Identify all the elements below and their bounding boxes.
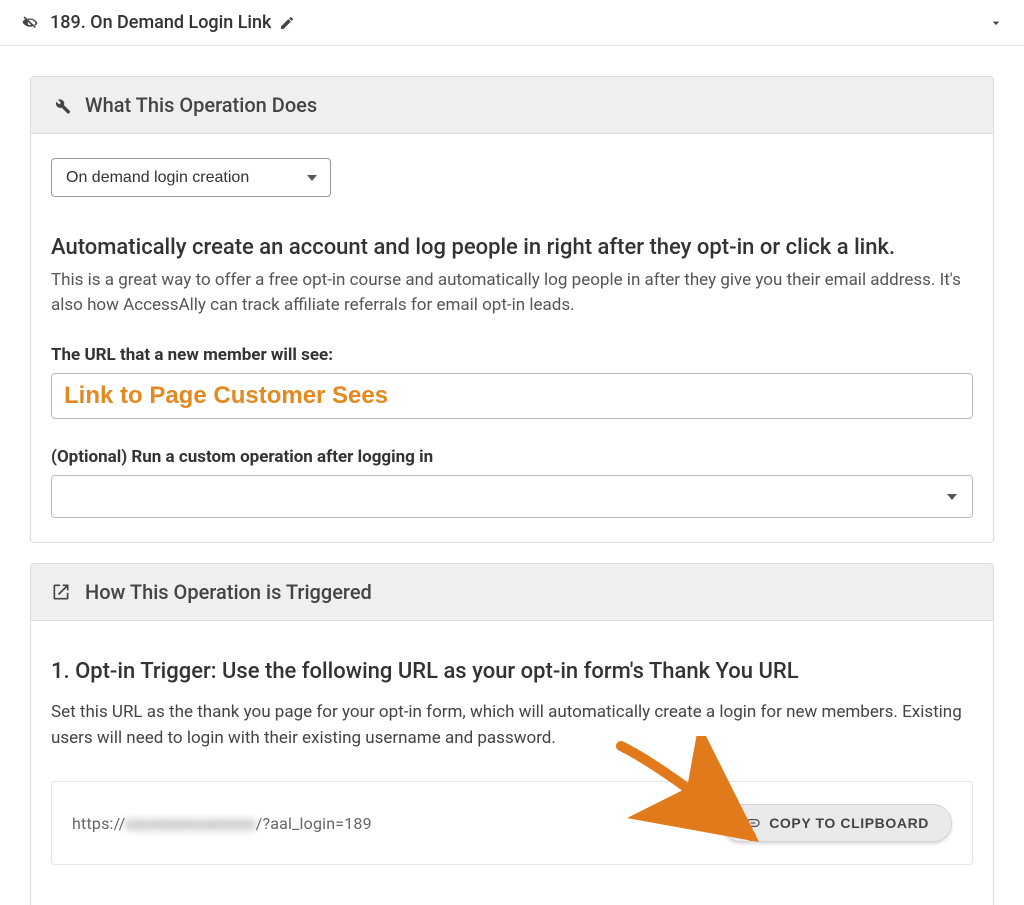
- chevron-down-icon[interactable]: [988, 15, 1004, 31]
- panel-header: How This Operation is Triggered: [31, 564, 993, 621]
- how-triggered-panel: How This Operation is Triggered 1. Opt-i…: [30, 563, 994, 905]
- panel-title: How This Operation is Triggered: [85, 580, 372, 604]
- page-header: 189. On Demand Login Link: [0, 0, 1024, 46]
- page-title: 189. On Demand Login Link: [50, 12, 271, 33]
- custom-operation-select[interactable]: [51, 475, 973, 518]
- wrench-icon: [51, 95, 71, 115]
- copy-to-clipboard-button[interactable]: COPY TO CLIPBOARD: [722, 804, 952, 842]
- url-box: https://xxxxxxxxxxxxxxxx/?aal_login=189 …: [51, 781, 973, 865]
- share-icon: [51, 582, 71, 602]
- link-icon: [745, 815, 761, 831]
- operation-type-select-wrap: On demand login creation: [51, 158, 331, 197]
- optional-operation-label: (Optional) Run a custom operation after …: [51, 447, 973, 467]
- operation-type-select[interactable]: On demand login creation: [51, 158, 331, 197]
- copy-button-label: COPY TO CLIPBOARD: [769, 815, 929, 831]
- step1-title: 1. Opt-in Trigger: Use the following URL…: [51, 659, 973, 684]
- login-url-text: https://xxxxxxxxxxxxxxxx/?aal_login=189: [72, 814, 372, 833]
- panel-header: What This Operation Does: [31, 77, 993, 134]
- operation-headline: Automatically create an account and log …: [51, 235, 973, 260]
- what-operation-does-panel: What This Operation Does On demand login…: [30, 76, 994, 543]
- operation-description: This is a great way to offer a free opt-…: [51, 268, 973, 317]
- visibility-off-icon: [20, 13, 40, 33]
- member-url-input[interactable]: [51, 373, 973, 419]
- panel-title: What This Operation Does: [85, 93, 317, 117]
- url-field-label: The URL that a new member will see:: [51, 345, 973, 365]
- edit-icon[interactable]: [279, 15, 295, 31]
- step1-description: Set this URL as the thank you page for y…: [51, 700, 973, 751]
